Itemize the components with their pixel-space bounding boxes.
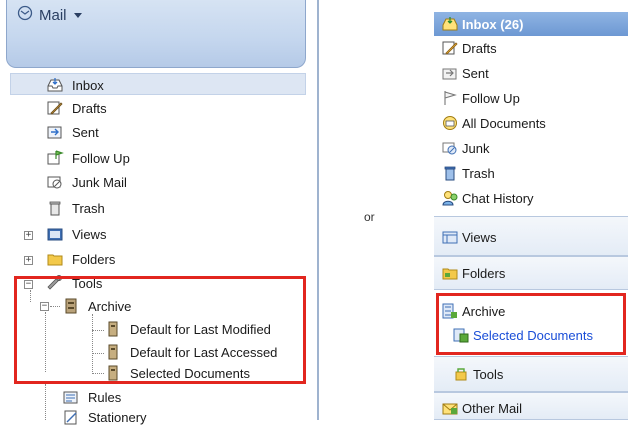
highlight-box-archive-selected-docs bbox=[436, 293, 626, 355]
tree-item-junk-mail[interactable]: Junk Mail bbox=[46, 171, 127, 193]
nav-item-tools[interactable]: Tools bbox=[434, 362, 628, 386]
tree-item-label: Stationery bbox=[88, 409, 147, 425]
tools-icon bbox=[452, 365, 470, 383]
caret-down-icon[interactable] bbox=[73, 7, 83, 24]
mail-envelope-icon bbox=[17, 5, 33, 25]
inbox-icon bbox=[441, 15, 459, 33]
nav-item-sent[interactable]: Sent bbox=[434, 61, 628, 85]
tree-item-follow-up[interactable]: Follow Up bbox=[46, 147, 130, 169]
tree-item-sent[interactable]: Sent bbox=[46, 121, 99, 143]
tree-item-folders[interactable]: Folders bbox=[46, 248, 115, 270]
sent-icon bbox=[441, 64, 459, 82]
mail-navigator-tree-panel: Mail Inbox Drafts Sent Follow Up Junk Ma… bbox=[0, 0, 318, 425]
nav-item-label: Views bbox=[462, 229, 497, 245]
expand-folders-toggle[interactable]: + bbox=[24, 256, 33, 265]
drafts-icon bbox=[46, 99, 64, 117]
nav-item-label: Sent bbox=[462, 65, 489, 81]
nav-item-label: Inbox (26) bbox=[462, 16, 524, 32]
tree-item-label: Sent bbox=[72, 124, 99, 140]
tree-item-drafts[interactable]: Drafts bbox=[46, 97, 107, 119]
tree-item-stationery[interactable]: Stationery bbox=[62, 406, 147, 428]
nav-item-trash[interactable]: Trash bbox=[434, 161, 628, 185]
drafts-icon bbox=[441, 39, 459, 57]
highlight-box-tools-archive bbox=[14, 276, 306, 384]
tree-item-label: Folders bbox=[72, 251, 116, 267]
nav-item-inbox[interactable]: Inbox (26) bbox=[434, 12, 628, 36]
nav-item-label: Follow Up bbox=[462, 90, 520, 106]
nav-item-chat-history[interactable]: Chat History bbox=[434, 186, 628, 210]
nav-item-label: Folders bbox=[462, 265, 506, 281]
nav-item-label: Drafts bbox=[462, 40, 497, 56]
other-mail-icon bbox=[441, 399, 459, 417]
trash-icon bbox=[46, 199, 64, 217]
nav-item-folders[interactable]: Folders bbox=[434, 261, 628, 285]
or-separator-text: or bbox=[364, 210, 375, 224]
views-icon bbox=[441, 228, 459, 246]
expand-views-toggle[interactable]: + bbox=[24, 231, 33, 240]
tree-item-label: Inbox bbox=[72, 77, 104, 93]
nav-item-all-documents[interactable]: All Documents bbox=[434, 111, 628, 135]
nav-item-label: Other Mail bbox=[462, 400, 522, 416]
tree-item-label: Trash bbox=[72, 200, 105, 216]
tree-item-label: Follow Up bbox=[72, 150, 130, 166]
nav-item-other-mail[interactable]: Other Mail bbox=[434, 396, 628, 420]
nav-item-label: Trash bbox=[462, 165, 495, 181]
mail-header[interactable]: Mail bbox=[6, 0, 306, 68]
panel-divider bbox=[317, 0, 319, 420]
tree-item-label: Views bbox=[72, 226, 107, 242]
tree-item-rules[interactable]: Rules bbox=[62, 386, 121, 408]
nav-item-label: Junk bbox=[462, 140, 490, 156]
all-documents-icon bbox=[441, 114, 459, 132]
tree-item-label: Junk Mail bbox=[72, 174, 127, 190]
tree-item-inbox[interactable]: Inbox bbox=[46, 74, 104, 96]
mail-navigator-list-panel: Inbox (26) Drafts Sent Follow Up All Doc… bbox=[434, 0, 628, 420]
chat-history-icon bbox=[441, 189, 459, 207]
tree-item-label: Drafts bbox=[72, 100, 107, 116]
nav-item-junk[interactable]: Junk bbox=[434, 136, 628, 160]
follow-up-icon bbox=[46, 149, 64, 167]
stationery-icon bbox=[62, 408, 80, 426]
nav-item-views[interactable]: Views bbox=[434, 225, 628, 249]
folders-icon bbox=[441, 264, 459, 282]
mail-title[interactable]: Mail bbox=[39, 7, 67, 24]
junk-icon bbox=[441, 139, 459, 157]
views-icon bbox=[46, 225, 64, 243]
nav-item-label: Tools bbox=[473, 366, 504, 382]
nav-item-drafts[interactable]: Drafts bbox=[434, 36, 628, 60]
sent-icon bbox=[46, 123, 64, 141]
trash-icon bbox=[441, 164, 459, 182]
nav-item-label: Chat History bbox=[462, 190, 534, 206]
tree-connector bbox=[45, 384, 46, 420]
tree-item-trash[interactable]: Trash bbox=[46, 197, 105, 219]
folder-icon bbox=[46, 250, 64, 268]
nav-item-label: All Documents bbox=[462, 115, 546, 131]
junk-mail-icon bbox=[46, 173, 64, 191]
follow-up-icon bbox=[441, 89, 459, 107]
rules-icon bbox=[62, 388, 80, 406]
tree-item-label: Rules bbox=[88, 389, 122, 405]
nav-item-follow-up[interactable]: Follow Up bbox=[434, 86, 628, 110]
tree-item-views[interactable]: Views bbox=[46, 223, 106, 245]
inbox-icon bbox=[46, 76, 64, 94]
